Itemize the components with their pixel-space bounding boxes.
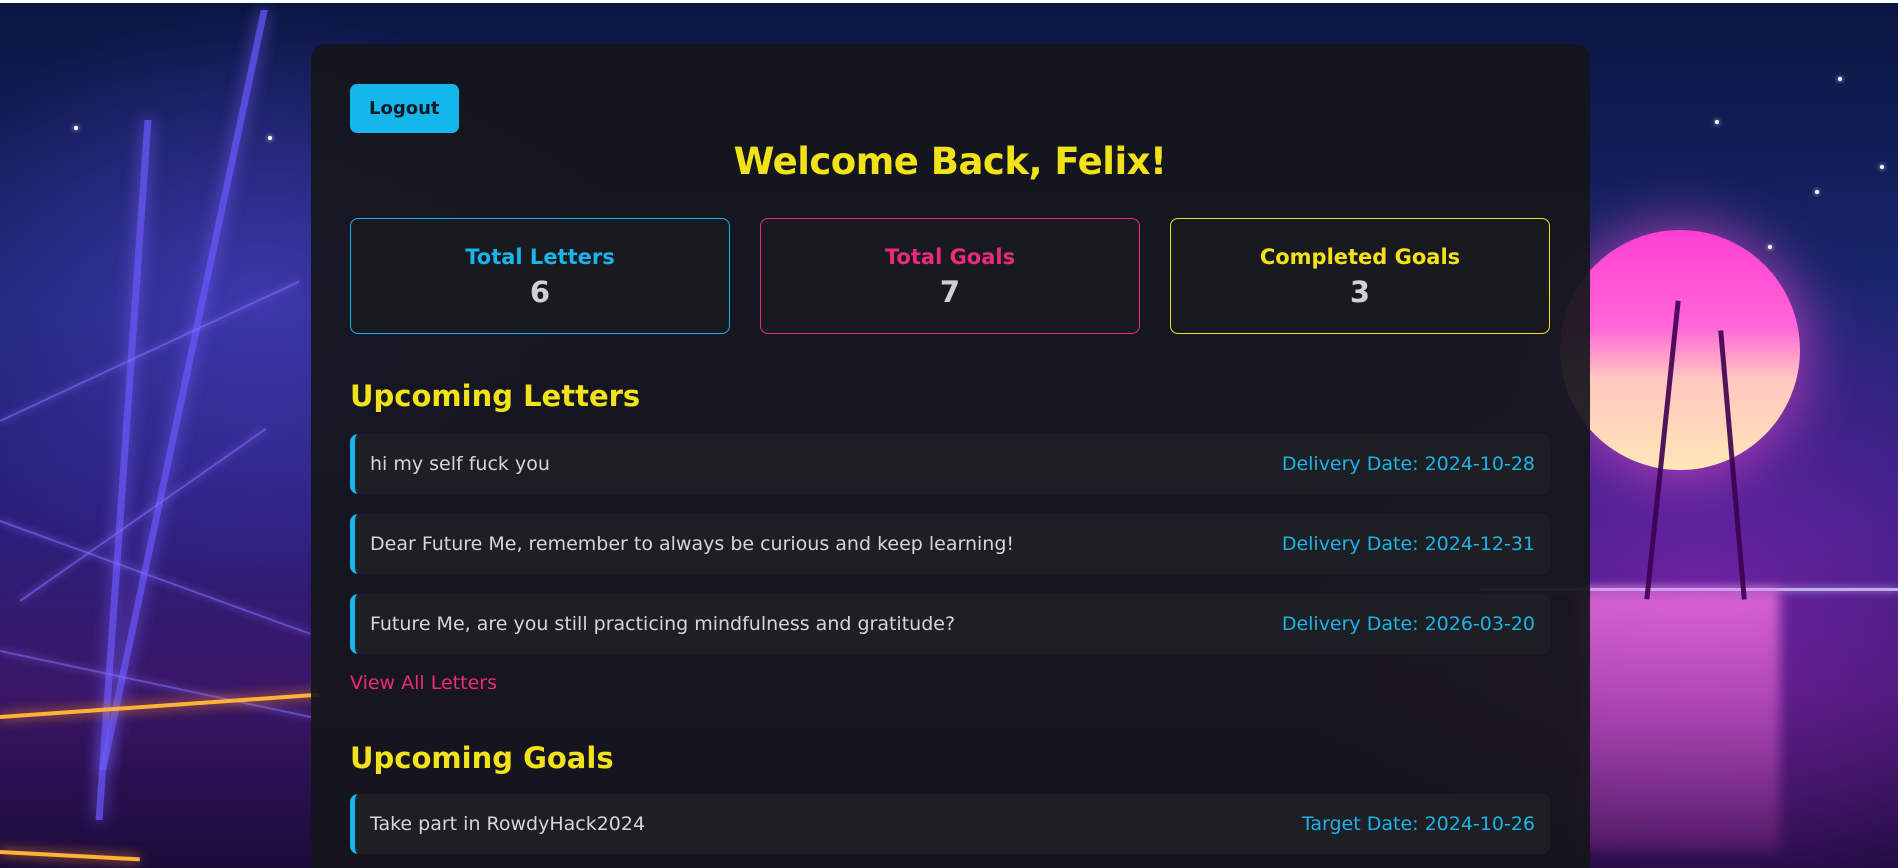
tower-structure <box>95 120 152 820</box>
star <box>1715 120 1719 124</box>
upcoming-letters-title: Upcoming Letters <box>350 379 641 413</box>
upcoming-goals-title: Upcoming Goals <box>350 741 614 775</box>
stats-row: Total Letters 6 Total Goals 7 Completed … <box>350 218 1550 334</box>
letter-item[interactable]: Dear Future Me, remember to always be cu… <box>350 514 1550 574</box>
goals-list: Take part in RowdyHack2024 Target Date: … <box>350 794 1550 854</box>
letter-text: hi my self fuck you <box>370 453 550 475</box>
letter-item[interactable]: Future Me, are you still practicing mind… <box>350 594 1550 654</box>
tower-structure <box>99 10 268 770</box>
star <box>268 136 272 140</box>
letters-list: hi my self fuck you Delivery Date: 2024-… <box>350 434 1550 654</box>
star <box>1880 165 1884 169</box>
stat-value: 3 <box>1349 275 1371 309</box>
sunset-sun <box>1560 230 1800 470</box>
view-all-letters-link[interactable]: View All Letters <box>350 672 497 694</box>
welcome-title: Welcome Back, Felix! <box>733 140 1167 183</box>
neon-road-line <box>0 692 320 719</box>
letter-delivery-date: Delivery Date: 2024-10-28 <box>1281 453 1535 475</box>
stat-label: Completed Goals <box>1259 245 1461 269</box>
goal-item[interactable]: Take part in RowdyHack2024 Target Date: … <box>350 794 1550 854</box>
stat-label: Total Goals <box>884 245 1016 269</box>
stat-card-total-goals: Total Goals 7 <box>760 218 1140 334</box>
star <box>1815 190 1819 194</box>
goal-target-date: Target Date: 2024-10-26 <box>1301 813 1535 835</box>
star <box>74 126 78 130</box>
star <box>1838 77 1842 81</box>
sun-reflection <box>1580 590 1780 850</box>
letter-item[interactable]: hi my self fuck you Delivery Date: 2024-… <box>350 434 1550 494</box>
top-border <box>0 0 1898 3</box>
letter-delivery-date: Delivery Date: 2026-03-20 <box>1281 613 1535 635</box>
letter-delivery-date: Delivery Date: 2024-12-31 <box>1281 533 1535 555</box>
goal-text: Take part in RowdyHack2024 <box>370 813 646 835</box>
stat-card-completed-goals: Completed Goals 3 <box>1170 218 1550 334</box>
lattice-beam <box>0 280 300 422</box>
letter-text: Dear Future Me, remember to always be cu… <box>370 533 1015 555</box>
stat-value: 7 <box>939 275 961 309</box>
letter-text: Future Me, are you still practicing mind… <box>370 613 956 635</box>
lattice-beam <box>0 650 314 719</box>
dashboard-panel: Logout Welcome Back, Felix! Total Letter… <box>311 44 1590 868</box>
star <box>1768 245 1772 249</box>
stat-card-total-letters: Total Letters 6 <box>350 218 730 334</box>
stat-label: Total Letters <box>465 245 615 269</box>
stat-value: 6 <box>529 275 551 309</box>
neon-road-line <box>0 850 140 862</box>
logout-button[interactable]: Logout <box>350 84 459 133</box>
